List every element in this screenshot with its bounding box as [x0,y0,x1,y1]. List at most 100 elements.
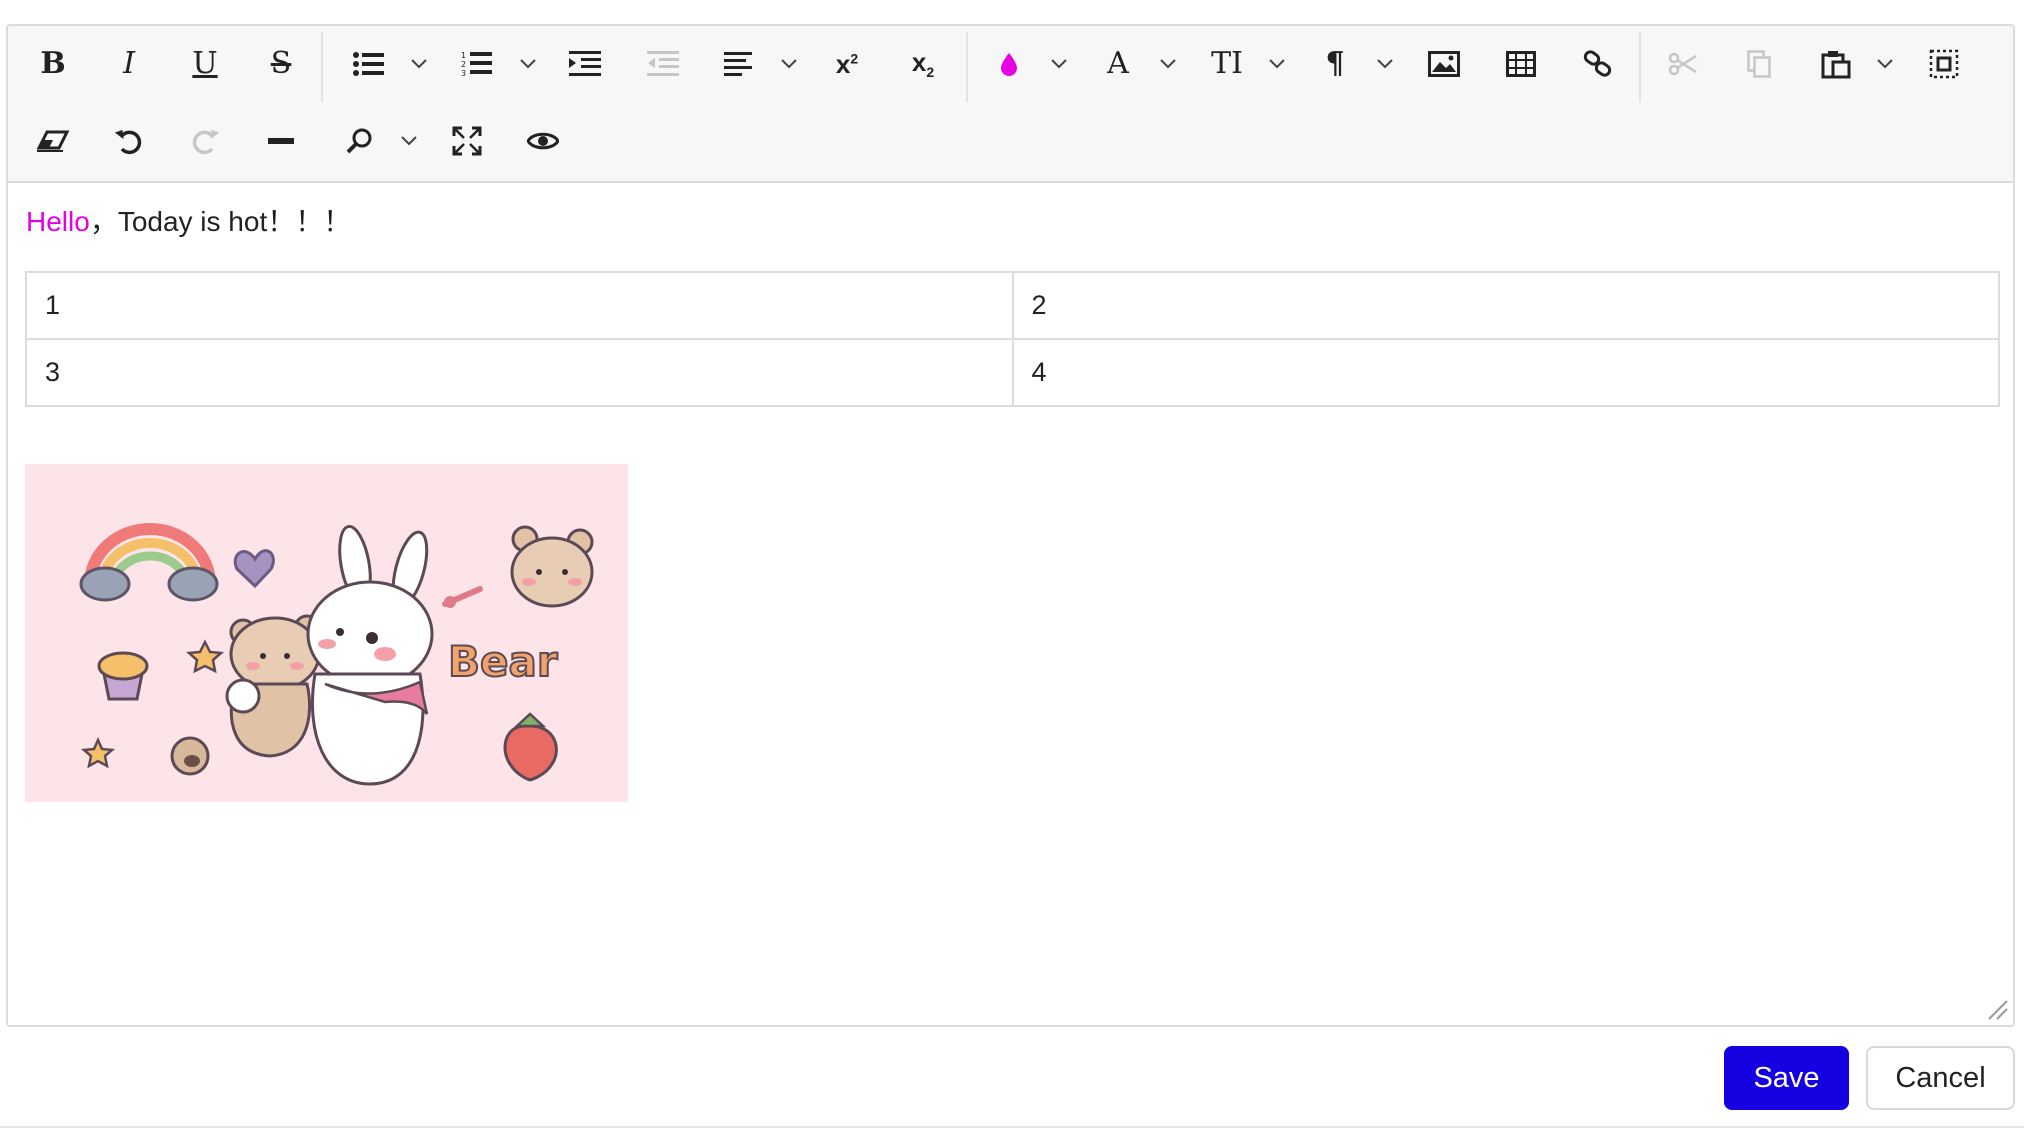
inserted-image[interactable]: Bear [25,464,628,802]
paragraph-button[interactable]: ¶ [1306,38,1364,90]
indent-button[interactable] [556,38,614,90]
svg-text:2: 2 [461,60,466,69]
paste-button[interactable] [1807,38,1865,90]
undo-icon [114,129,142,155]
bold-icon: B [40,46,66,81]
select-all-button[interactable] [1915,38,1973,90]
align-button[interactable] [710,38,768,90]
numbered-list-button[interactable]: 1 2 3 [448,38,506,90]
align-left-icon [724,52,752,76]
find-dropdown[interactable] [394,115,424,167]
numbered-list-dropdown[interactable] [513,38,543,90]
insert-link-button[interactable] [1569,38,1627,90]
search-icon [346,128,372,154]
clipboard-icon [1821,51,1851,79]
toolbar-divider [321,32,323,102]
font-color-dropdown[interactable] [1044,38,1074,90]
horizontal-rule-icon [268,138,294,144]
toolbar-row-2 [8,103,2013,179]
redo-icon [192,129,220,155]
content-paragraph[interactable]: Hello，Today is hot！！！ [26,205,351,239]
chevron-down-icon [1269,59,1285,69]
font-color-button[interactable] [980,38,1038,90]
content-table[interactable]: 1 2 3 4 [25,271,2000,407]
underline-button[interactable]: U [176,38,234,90]
image-icon [1428,51,1460,77]
strikethrough-icon: S [270,46,292,81]
text-size-icon: TI [1211,46,1243,81]
eye-icon [527,132,559,150]
table-row: 1 2 [25,271,2000,340]
bold-button[interactable]: B [24,38,82,90]
table-cell[interactable]: 3 [25,338,1014,407]
subscript-icon: x2 [911,47,935,81]
save-button[interactable]: Save [1724,1046,1849,1110]
find-button[interactable] [330,115,388,167]
select-all-icon [1929,49,1959,79]
clear-format-button[interactable] [24,115,82,167]
chevron-down-icon [781,59,797,69]
eraser-icon [37,130,69,152]
chevron-down-icon [520,59,536,69]
table-cell[interactable]: 1 [25,271,1014,340]
paragraph-text: ，Today is hot！！！ [89,206,352,237]
bullet-list-dropdown[interactable] [404,38,434,90]
preview-button[interactable] [514,115,572,167]
svg-text:3: 3 [461,69,466,78]
droplet-icon [1001,53,1017,76]
scissors-icon [1668,52,1697,76]
paragraph-dropdown[interactable] [1370,38,1400,90]
bullet-list-button[interactable] [340,38,398,90]
insert-image-button[interactable] [1415,38,1473,90]
align-dropdown[interactable] [774,38,804,90]
superscript-icon: x2 [835,48,859,79]
cancel-button[interactable]: Cancel [1866,1046,2015,1110]
link-icon [1583,50,1612,77]
toolbar-divider [966,32,968,102]
font-size-dropdown[interactable] [1262,38,1292,90]
font-family-button[interactable]: A [1089,38,1147,90]
underline-icon: U [192,46,218,81]
bear-bunny-illustration: Bear [25,464,628,802]
resize-handle[interactable] [1985,997,2009,1021]
strikethrough-button[interactable]: S [252,38,310,90]
paste-dropdown[interactable] [1870,38,1900,90]
copy-button[interactable] [1730,38,1788,90]
superscript-button[interactable]: x2 [818,38,876,90]
svg-text:1: 1 [461,51,466,60]
copy-icon [1747,50,1771,78]
fullscreen-icon [452,126,482,156]
italic-button[interactable]: I [100,38,158,90]
outdent-icon [647,51,679,76]
editor-content[interactable]: Hello，Today is hot！！！ 1 2 3 4 Bear [8,183,2013,1025]
insert-table-button[interactable] [1492,38,1550,90]
rich-text-editor: B I U S 1 2 3 x2 x2 A TI ¶ Hello，Today i… [6,24,2015,1027]
bullet-list-icon [353,52,384,76]
bear-face-icon [510,525,594,608]
redo-button[interactable] [176,115,234,167]
toolbar-row-1: B I U S 1 2 3 x2 x2 A TI ¶ [8,26,2013,102]
fullscreen-button[interactable] [438,115,496,167]
font-family-dropdown[interactable] [1153,38,1183,90]
indent-icon [569,51,601,76]
chevron-down-icon [1051,59,1067,69]
outdent-button[interactable] [634,38,692,90]
table-row: 3 4 [25,338,2000,407]
bear-lettering: Bear [448,637,558,686]
editor-toolbar: B I U S 1 2 3 x2 x2 A TI ¶ [8,26,2013,183]
subscript-button[interactable]: x2 [894,38,952,90]
table-cell[interactable]: 4 [1011,338,2000,407]
table-icon [1506,51,1536,77]
italic-icon: I [123,46,135,81]
table-cell[interactable]: 2 [1011,271,2000,340]
toolbar-divider [1639,32,1641,102]
horizontal-rule-button[interactable] [252,115,310,167]
cupcake-icon [97,651,149,701]
chevron-down-icon [401,136,417,146]
cut-button[interactable] [1654,38,1712,90]
undo-button[interactable] [100,115,158,167]
font-size-button[interactable]: TI [1198,38,1256,90]
resize-grip-icon [1988,1000,2008,1020]
highlighted-text: Hello [26,206,90,237]
numbered-list-icon: 1 2 3 [461,51,492,78]
